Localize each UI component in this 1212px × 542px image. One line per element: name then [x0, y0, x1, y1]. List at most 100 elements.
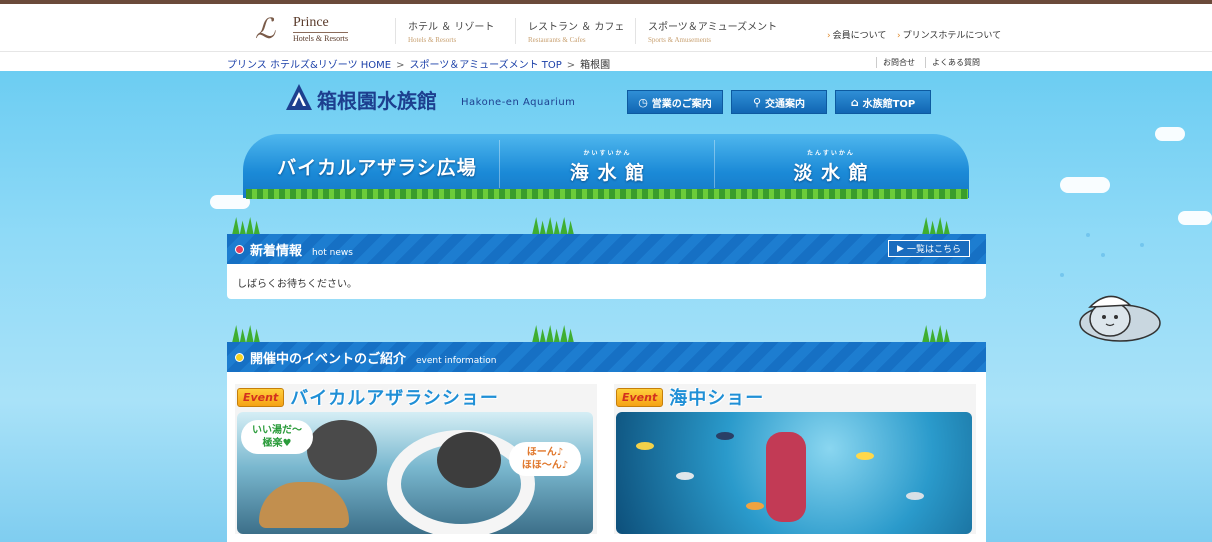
event-name: 海中ショー [669, 388, 765, 409]
nav-sports-en: Sports & Amusements [648, 36, 712, 44]
nav-restaurants-en: Restaurants & Cafes [528, 36, 586, 44]
news-title-text: 新着情報 [250, 244, 303, 259]
nav-hotels-label: ホテル ＆ リゾート [408, 22, 495, 33]
seal [307, 420, 377, 480]
fish [716, 432, 734, 440]
logo-name: Prince [293, 15, 329, 30]
contact-link[interactable]: お問合せ [876, 57, 915, 68]
nav-sports[interactable]: スポーツ＆アミューズメント Sports & Amusements [635, 18, 788, 44]
arrow-icon: › [827, 31, 831, 41]
util-membership-link[interactable]: › 会員について [827, 28, 886, 41]
bullet-icon [235, 245, 244, 254]
events-panel: 開催中のイベントのご紹介 event information Event バイカル… [227, 342, 986, 542]
bullet-icon [235, 353, 244, 362]
tab-freshwater-label: 淡 水 館 [793, 161, 869, 184]
bubble [1086, 233, 1090, 237]
event-tag: Event [616, 387, 664, 407]
util-about-link[interactable]: › プリンスホテルについて [897, 28, 1001, 41]
breadcrumb-sep: > [566, 60, 576, 71]
tab-seawater-ruby: かいすいかん [583, 149, 632, 157]
speech-bubble-left: いい湯だ～ 極楽♥ [241, 420, 313, 454]
aquarium-top-button[interactable]: ⌂ 水族館TOP [835, 90, 931, 114]
events-header: 開催中のイベントのご紹介 event information [227, 342, 986, 372]
prince-p-mark-icon: ℒ [255, 12, 276, 45]
arrow-icon: › [897, 31, 901, 41]
faq-link[interactable]: よくある質問 [925, 57, 980, 68]
tab-freshwater-ruby: たんすいかん [807, 149, 855, 157]
seal-show-photo[interactable]: いい湯だ～ 極楽♥ ほーん♪ ほほ～ん♪ [237, 412, 593, 534]
breadcrumb-home[interactable]: プリンス ホテルズ&リゾーツ HOME [227, 60, 391, 71]
undersea-show-photo[interactable] [616, 412, 972, 534]
play-arrow-icon: ▶ [897, 243, 904, 254]
aquarium-top-button-label: 水族館TOP [862, 98, 916, 110]
util-membership-label: 会員について [832, 31, 887, 41]
fish [906, 492, 924, 500]
event-card-title: Event 海中ショー [616, 384, 764, 410]
wooden-tub [259, 482, 349, 528]
bubble [1060, 273, 1064, 277]
tab-seawater-label: 海 水 館 [569, 161, 646, 184]
events-title-text: 開催中のイベントのご紹介 [250, 352, 407, 367]
speech-bubble-right-text: ほーん♪ ほほ～ん♪ [521, 447, 569, 471]
fish [746, 502, 764, 510]
fish [636, 442, 654, 450]
home-icon: ⌂ [850, 95, 859, 109]
news-header: 新着情報 hot news ▶ 一覧はこちら [227, 234, 986, 264]
seal [437, 432, 501, 488]
fish [676, 472, 694, 480]
event-card-seal-show[interactable]: Event バイカルアザラシショー いい湯だ～ 極楽♥ ほーん♪ ほほ～ん♪ [235, 384, 597, 534]
events-title: 開催中のイベントのご紹介 event information [250, 348, 496, 367]
access-button-label: 交通案内 [765, 98, 806, 110]
tab-divider [499, 140, 500, 188]
logo-sub: Hotels & Resorts [293, 32, 349, 43]
seal-mascot-icon [1079, 295, 1161, 342]
util-about-label: プリンスホテルについて [902, 31, 1002, 41]
news-body: しばらくお待ちください。 [237, 279, 357, 290]
event-name: バイカルアザラシショー [290, 388, 499, 409]
seaweed-decoration [232, 321, 954, 343]
speech-bubble-left-text: いい湯だ～ 極楽♥ [252, 425, 302, 449]
speech-bubble-right: ほーん♪ ほほ～ん♪ [509, 442, 581, 476]
news-panel: 新着情報 hot news ▶ 一覧はこちら しばらくお待ちください。 [227, 234, 986, 299]
access-button[interactable]: ⚲ 交通案内 [731, 90, 827, 114]
tab-baikal-label: バイカルアザラシ広場 [277, 156, 477, 179]
nav-sports-label: スポーツ＆アミューズメント [648, 22, 778, 33]
breadcrumb-sep: > [396, 60, 405, 71]
aquarium-logo-icon [286, 84, 312, 110]
aquarium-name-en: Hakone-en Aquarium [461, 97, 576, 108]
fish [856, 452, 874, 460]
aquarium-background: 箱根園水族館 Hakone-en Aquarium ◷ 営業のご案内 ⚲ 交通案内 … [0, 71, 1212, 542]
aquarium-name: 箱根園水族館 [317, 89, 437, 113]
breadcrumb-current: 箱根園 [580, 60, 611, 71]
bubble [1140, 243, 1144, 247]
news-list-button-label: 一覧はこちら [906, 245, 961, 255]
tabs-grass [246, 189, 968, 199]
cloud [1155, 127, 1185, 141]
prince-logo[interactable]: ℒ Prince Hotels & Resorts [255, 13, 365, 47]
seaweed-decoration [232, 213, 954, 235]
clock-icon: ◷ [638, 95, 648, 109]
bubble [1101, 253, 1105, 257]
breadcrumb-bar: プリンス ホテルズ&リゾーツ HOME > スポーツ＆アミューズメント TOP > 箱根… [0, 52, 1212, 71]
news-title-en: hot news [312, 248, 353, 258]
breadcrumb-sports[interactable]: スポーツ＆アミューズメント TOP [409, 60, 561, 71]
hours-button-label: 営業のご案内 [651, 98, 712, 110]
global-header: ℒ Prince Hotels & Resorts ホテル ＆ リゾート Hot… [0, 4, 1212, 52]
news-title: 新着情報 hot news [250, 240, 353, 259]
nav-restaurants[interactable]: レストラン ＆ カフェ Restaurants & Cafes [515, 18, 636, 44]
cloud [1178, 211, 1212, 225]
hours-button[interactable]: ◷ 営業のご案内 [627, 90, 723, 114]
nav-restaurants-label: レストラン ＆ カフェ [528, 22, 625, 33]
event-tag: Event [237, 387, 285, 407]
map-pin-icon: ⚲ [752, 95, 762, 109]
diver [766, 432, 806, 522]
nav-hotels-en: Hotels & Resorts [408, 36, 457, 44]
cloud [1060, 177, 1110, 193]
event-card-undersea-show[interactable]: Event 海中ショー [614, 384, 976, 534]
events-title-en: event information [416, 356, 497, 366]
news-list-button[interactable]: ▶ 一覧はこちら [888, 240, 970, 257]
event-card-title: Event バイカルアザラシショー [237, 384, 499, 410]
nav-hotels[interactable]: ホテル ＆ リゾート Hotels & Resorts [395, 18, 516, 44]
breadcrumb: プリンス ホテルズ&リゾーツ HOME > スポーツ＆アミューズメント TOP > 箱根… [227, 56, 610, 71]
tab-divider [714, 140, 715, 188]
